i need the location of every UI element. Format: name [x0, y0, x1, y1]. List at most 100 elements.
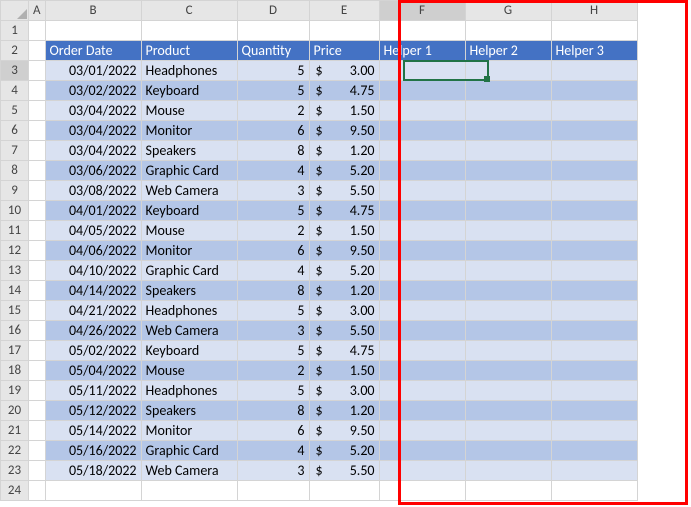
col-header-D[interactable]: D: [237, 1, 309, 21]
cell-B4[interactable]: 03/02/2022: [45, 81, 141, 101]
cell-H2[interactable]: Helper 3: [551, 41, 637, 61]
cell-H24[interactable]: [551, 481, 637, 501]
cell-D19[interactable]: 5: [237, 381, 309, 401]
cell-B18[interactable]: 05/04/2022: [45, 361, 141, 381]
cell-E1[interactable]: [309, 21, 379, 41]
cell-H14[interactable]: [551, 281, 637, 301]
cell-F19[interactable]: [379, 381, 465, 401]
cell-D5[interactable]: 2: [237, 101, 309, 121]
cell-H15[interactable]: [551, 301, 637, 321]
cell-D21[interactable]: 6: [237, 421, 309, 441]
cell-D6[interactable]: 6: [237, 121, 309, 141]
cell-G11[interactable]: [465, 221, 551, 241]
cell-H23[interactable]: [551, 461, 637, 481]
row-header-15[interactable]: 15: [1, 301, 29, 321]
cell-D17[interactable]: 5: [237, 341, 309, 361]
cell-B21[interactable]: 05/14/2022: [45, 421, 141, 441]
cell-F1[interactable]: [379, 21, 465, 41]
cell-D15[interactable]: 5: [237, 301, 309, 321]
cell-F9[interactable]: [379, 181, 465, 201]
cell-E23[interactable]: $5.50: [309, 461, 379, 481]
cell-A7[interactable]: [29, 141, 46, 161]
cell-H12[interactable]: [551, 241, 637, 261]
cell-H13[interactable]: [551, 261, 637, 281]
cell-H6[interactable]: [551, 121, 637, 141]
cell-E4[interactable]: $4.75: [309, 81, 379, 101]
col-header-C[interactable]: C: [141, 1, 237, 21]
cell-C15[interactable]: Headphones: [141, 301, 237, 321]
cell-B5[interactable]: 03/04/2022: [45, 101, 141, 121]
cell-A19[interactable]: [29, 381, 46, 401]
cell-E13[interactable]: $5.20: [309, 261, 379, 281]
cell-C16[interactable]: Web Camera: [141, 321, 237, 341]
cell-D7[interactable]: 8: [237, 141, 309, 161]
cell-G16[interactable]: [465, 321, 551, 341]
cell-C17[interactable]: Keyboard: [141, 341, 237, 361]
cell-B19[interactable]: 05/11/2022: [45, 381, 141, 401]
cell-D23[interactable]: 3: [237, 461, 309, 481]
cell-D18[interactable]: 2: [237, 361, 309, 381]
cell-C12[interactable]: Monitor: [141, 241, 237, 261]
cell-G18[interactable]: [465, 361, 551, 381]
row-header-5[interactable]: 5: [1, 101, 29, 121]
cell-C8[interactable]: Graphic Card: [141, 161, 237, 181]
cell-A23[interactable]: [29, 461, 46, 481]
cell-F8[interactable]: [379, 161, 465, 181]
cell-G10[interactable]: [465, 201, 551, 221]
row-header-3[interactable]: 3: [1, 61, 29, 81]
cell-D14[interactable]: 8: [237, 281, 309, 301]
col-header-F[interactable]: F: [379, 1, 465, 21]
cell-C11[interactable]: Mouse: [141, 221, 237, 241]
cell-A13[interactable]: [29, 261, 46, 281]
col-header-E[interactable]: E: [309, 1, 379, 21]
cell-F12[interactable]: [379, 241, 465, 261]
row-header-16[interactable]: 16: [1, 321, 29, 341]
cell-A4[interactable]: [29, 81, 46, 101]
cell-B20[interactable]: 05/12/2022: [45, 401, 141, 421]
cell-H9[interactable]: [551, 181, 637, 201]
cell-G24[interactable]: [465, 481, 551, 501]
cell-D10[interactable]: 5: [237, 201, 309, 221]
cell-E7[interactable]: $1.20: [309, 141, 379, 161]
cell-A15[interactable]: [29, 301, 46, 321]
cell-A12[interactable]: [29, 241, 46, 261]
cell-E11[interactable]: $1.50: [309, 221, 379, 241]
cell-C5[interactable]: Mouse: [141, 101, 237, 121]
cell-G2[interactable]: Helper 2: [465, 41, 551, 61]
cell-C4[interactable]: Keyboard: [141, 81, 237, 101]
cell-F3[interactable]: [379, 61, 465, 81]
cell-B2[interactable]: Order Date: [45, 41, 141, 61]
cell-C2[interactable]: Product: [141, 41, 237, 61]
cell-B12[interactable]: 04/06/2022: [45, 241, 141, 261]
cell-F22[interactable]: [379, 441, 465, 461]
cell-E15[interactable]: $3.00: [309, 301, 379, 321]
cell-D16[interactable]: 3: [237, 321, 309, 341]
cell-A1[interactable]: [29, 21, 46, 41]
row-header-9[interactable]: 9: [1, 181, 29, 201]
cell-F16[interactable]: [379, 321, 465, 341]
col-header-H[interactable]: H: [551, 1, 637, 21]
row-header-13[interactable]: 13: [1, 261, 29, 281]
cell-D1[interactable]: [237, 21, 309, 41]
cell-C9[interactable]: Web Camera: [141, 181, 237, 201]
cell-E3[interactable]: $3.00: [309, 61, 379, 81]
cell-A17[interactable]: [29, 341, 46, 361]
col-header-A[interactable]: A: [29, 1, 46, 21]
cell-E19[interactable]: $3.00: [309, 381, 379, 401]
cell-C3[interactable]: Headphones: [141, 61, 237, 81]
cell-D20[interactable]: 8: [237, 401, 309, 421]
cell-F6[interactable]: [379, 121, 465, 141]
cell-B14[interactable]: 04/14/2022: [45, 281, 141, 301]
cell-A24[interactable]: [29, 481, 46, 501]
cell-A3[interactable]: [29, 61, 46, 81]
cell-F7[interactable]: [379, 141, 465, 161]
row-header-23[interactable]: 23: [1, 461, 29, 481]
cell-H10[interactable]: [551, 201, 637, 221]
cell-F4[interactable]: [379, 81, 465, 101]
cell-G21[interactable]: [465, 421, 551, 441]
cell-C1[interactable]: [141, 21, 237, 41]
cell-F14[interactable]: [379, 281, 465, 301]
cell-G6[interactable]: [465, 121, 551, 141]
cell-G15[interactable]: [465, 301, 551, 321]
row-header-12[interactable]: 12: [1, 241, 29, 261]
